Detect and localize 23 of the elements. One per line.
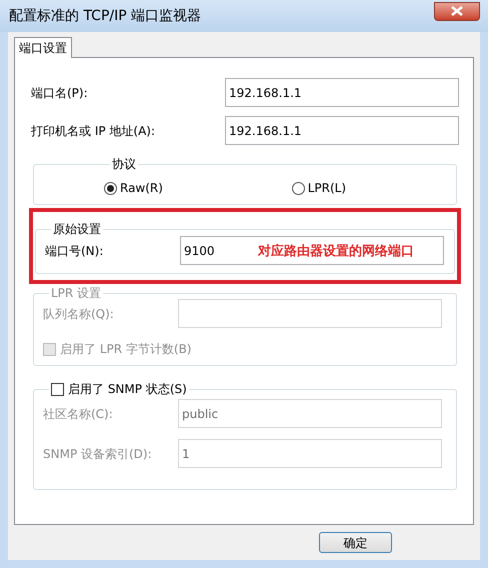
group-title: LPR 设置 <box>51 286 102 300</box>
field-label: 端口号(N): <box>45 242 104 260</box>
field-label: 端口名(P): <box>31 84 88 102</box>
input-field[interactable]: 192.168.1.1 <box>225 116 459 145</box>
group-title: 原始设置 <box>53 222 101 236</box>
window-title: 配置标准的 TCP/IP 端口监视器 <box>9 6 202 26</box>
radio-button[interactable] <box>104 182 117 194</box>
field-label: 队列名称(Q): <box>43 306 114 322</box>
close-icon <box>451 6 463 16</box>
radio-button[interactable] <box>292 182 305 194</box>
checkbox[interactable] <box>51 382 64 396</box>
close-button[interactable] <box>434 2 480 20</box>
group-title: 协议 <box>112 157 136 171</box>
field-label: 打印机名或 IP 地址(A): <box>31 122 156 140</box>
ok-button[interactable]: 确定 <box>319 532 392 553</box>
field-label: SNMP 设备索引(D): <box>43 446 152 462</box>
field-label: 社区名称(C): <box>43 406 113 422</box>
checkbox-option[interactable]: 启用了 SNMP 状态(S) <box>51 380 187 398</box>
input-field[interactable]: 192.168.1.1 <box>225 78 459 107</box>
radio-option[interactable]: Raw(R) <box>104 179 163 197</box>
tab[interactable]: 端口设置 <box>14 37 72 58</box>
radio-option[interactable]: LPR(L) <box>292 179 346 197</box>
annotation-text: 对应路由器设置的网络端口 <box>258 242 414 261</box>
